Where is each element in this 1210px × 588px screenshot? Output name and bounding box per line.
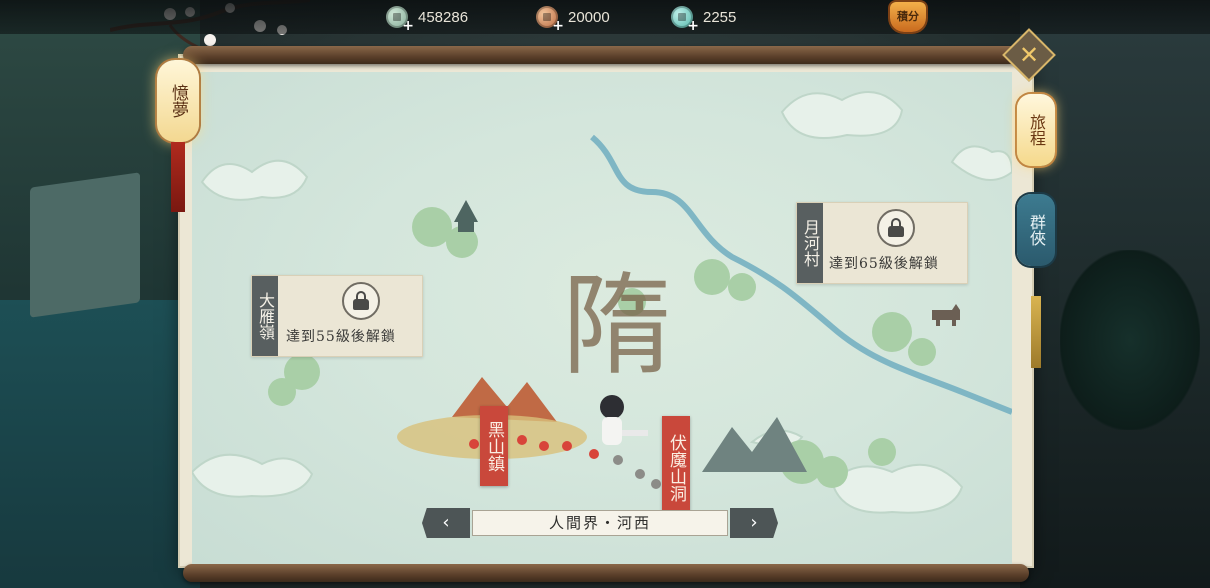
lock-icon xyxy=(342,282,380,320)
tab-tassel xyxy=(1031,296,1041,368)
currency-jade[interactable]: + 458286 xyxy=(386,4,469,33)
world-map: 隋 大雁嶺 達到55級後解鎖 月河村 達到65級後解鎖 黑山鎮 伏魔山洞 xyxy=(192,72,1012,564)
pine-tree xyxy=(1060,250,1200,430)
lock-icon xyxy=(877,209,915,247)
town-fumoshandong[interactable]: 伏魔山洞 xyxy=(662,416,690,520)
tab-heroes[interactable]: 群俠 xyxy=(1017,194,1055,266)
background-scene-right xyxy=(1020,0,1210,588)
gem-value: 2255 xyxy=(703,8,737,26)
jade-coin-icon: + xyxy=(386,6,414,33)
previous-region-button[interactable]: ‹ xyxy=(422,508,470,538)
cloud xyxy=(192,453,314,498)
cloud xyxy=(830,463,964,514)
close-icon: ✕ xyxy=(1018,41,1040,69)
locked-area-name: 月河村 xyxy=(797,203,823,283)
current-location-label: 人間界・河西 xyxy=(472,510,728,536)
unlock-requirement: 達到65級後解鎖 xyxy=(829,256,939,272)
stone-stele xyxy=(30,172,140,318)
town-heishanzhen[interactable]: 黑山鎮 xyxy=(480,406,508,486)
locked-area-dayanling[interactable]: 大雁嶺 達到55級後解鎖 xyxy=(251,275,423,357)
copper-coin-value: 20000 xyxy=(568,8,610,26)
cave-mountains xyxy=(702,417,807,472)
locked-area-name: 大雁嶺 xyxy=(252,276,278,356)
unlock-requirement: 達到55級後解鎖 xyxy=(286,329,396,345)
pond xyxy=(0,300,200,588)
scroll-rod-top xyxy=(183,46,1029,64)
copper-coin-icon: + xyxy=(536,6,564,33)
memory-dream-button[interactable]: 憶夢 xyxy=(157,60,199,142)
jade-coin-value: 458286 xyxy=(418,8,469,26)
lantern-tassel xyxy=(171,142,185,212)
gem-icon: + xyxy=(671,6,699,33)
cloud xyxy=(950,145,1012,181)
region-navigator: ‹ 人間界・河西 › xyxy=(422,508,778,538)
cloud xyxy=(200,159,309,201)
currency-gem[interactable]: + 2255 xyxy=(671,4,737,33)
locked-area-yuehecun[interactable]: 月河村 達到65級後解鎖 xyxy=(796,202,968,284)
scroll-rod-bottom xyxy=(183,564,1029,582)
region-name: 隋 xyxy=(543,267,671,377)
currency-copper[interactable]: + 20000 xyxy=(536,4,610,33)
next-region-button[interactable]: › xyxy=(730,508,778,538)
cloud xyxy=(780,91,904,139)
tab-journey[interactable]: 旅程 xyxy=(1017,94,1055,166)
points-button[interactable]: 積分 xyxy=(890,2,926,32)
horse xyxy=(932,304,960,326)
